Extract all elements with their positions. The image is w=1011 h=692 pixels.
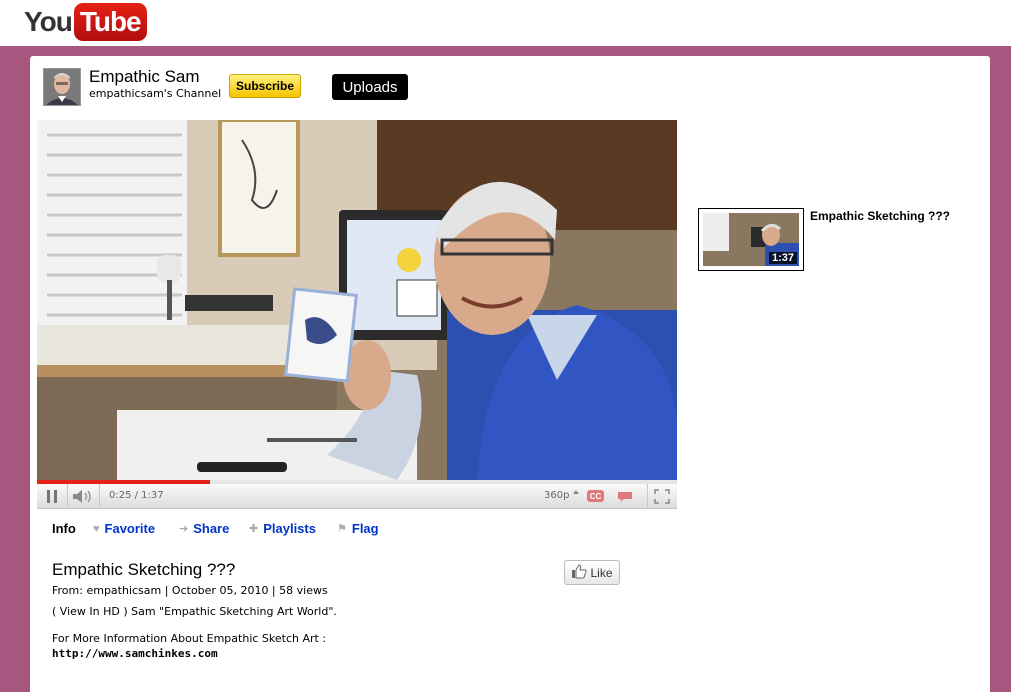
video-description: ( View In HD ) Sam "Empathic Sketching A… [52,605,337,618]
tab-label: Playlists [263,521,316,536]
video-player[interactable] [37,120,677,480]
like-button[interactable]: Like [564,560,620,585]
pause-icon[interactable] [47,490,57,503]
thumbs-up-icon [571,563,587,582]
player-controls: 0:25 / 1:37 360p CC [37,484,677,509]
flag-icon: ⚑ [337,523,347,535]
thumbnail-image: 1:37 [703,213,799,266]
control-separator [99,484,100,509]
video-description-more: For More Information About Empathic Sket… [52,632,327,645]
tab-label: Share [193,521,230,536]
logo-tube: Tube [73,3,147,41]
volume-icon[interactable] [72,489,94,504]
captions-button[interactable]: CC [587,490,604,502]
chevron-up-icon [573,490,579,494]
control-separator [647,484,648,509]
channel-name[interactable]: Empathic Sam [89,67,200,87]
logo-you: You [24,6,73,37]
heart-icon: ♥ [93,522,100,535]
top-bar: You Tube [0,0,1011,46]
tab-favorite[interactable]: ♥ Favorite [93,521,155,536]
subscribe-button[interactable]: Subscribe [229,74,301,98]
description-link[interactable]: http://www.samchinkes.com [52,647,218,660]
quality-selector[interactable]: 360p [544,490,569,501]
annotations-icon[interactable] [617,490,633,502]
control-separator [67,484,68,509]
time-readout: 0:25 / 1:37 [109,490,164,501]
tab-label: Flag [351,521,379,536]
tab-playlists[interactable]: ✚ Playlists [249,521,316,536]
tab-flag[interactable]: ⚑ Flag [337,521,379,536]
tab-label: Favorite [104,521,156,536]
related-video-title[interactable]: Empathic Sketching ??? [810,209,950,223]
avatar[interactable] [43,68,81,106]
channel-subtitle: empathicsam's Channel [89,87,222,100]
tab-info[interactable]: Info [52,521,76,536]
fullscreen-icon[interactable] [654,489,670,504]
youtube-logo[interactable]: You Tube [24,2,147,42]
uploads-tab[interactable]: Uploads [332,74,408,100]
related-video-thumbnail[interactable]: 1:37 [698,208,804,271]
video-duration: 1:37 [768,252,797,264]
plus-icon: ✚ [249,523,259,535]
tab-label: Info [52,521,76,536]
video-meta: From: empathicsam | October 05, 2010 | 5… [52,584,328,597]
like-label: Like [590,565,613,580]
tab-share[interactable]: ➔ Share [179,521,229,536]
video-title: Empathic Sketching ??? [52,560,236,579]
arrow-right-icon: ➔ [179,523,189,535]
